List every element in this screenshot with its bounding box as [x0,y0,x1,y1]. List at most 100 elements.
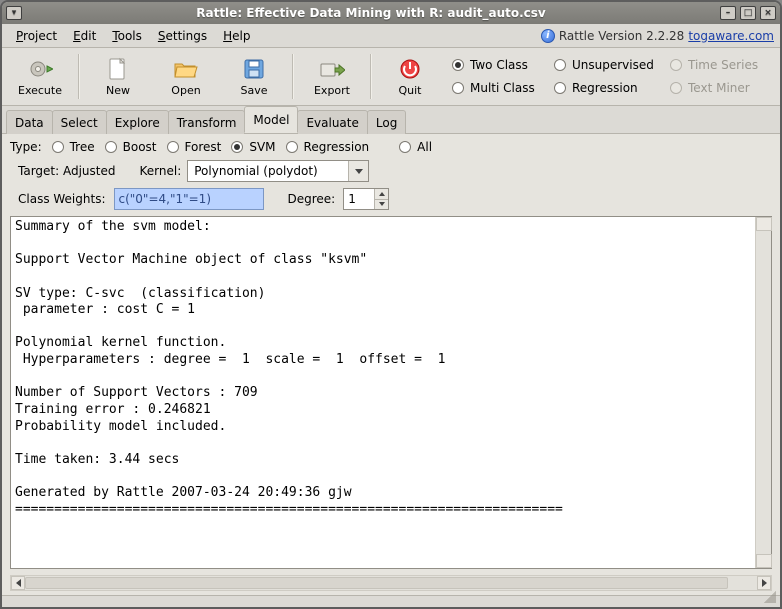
gear-run-icon [26,56,54,82]
menu-edit-label: dit [81,29,97,43]
radio-time-series-label: Time Series [688,58,758,72]
vertical-scrollbar[interactable] [755,217,771,568]
version-text: Rattle Version 2.2.28 [559,29,684,43]
tab-bar: Data Select Explore Transform Model Eval… [2,106,780,134]
type-label: Type: [10,140,42,154]
model-output-text[interactable]: Summary of the svm model: Support Vector… [11,217,755,568]
radio-multi-class[interactable]: Multi Class [452,81,550,95]
save-label: Save [240,84,267,97]
tab-model[interactable]: Model [244,106,298,133]
radio-regression[interactable]: Regression [554,81,666,95]
radio-unsupervised-label: Unsupervised [572,58,654,72]
chevron-down-icon [379,202,385,206]
quit-label: Quit [399,84,422,97]
kernel-dropdown-button[interactable] [348,161,368,181]
separator [292,54,294,99]
degree-input[interactable] [344,189,374,209]
titlebar: ▾ Rattle: Effective Data Mining with R: … [2,2,780,24]
kernel-value: Polynomial (polydot) [188,161,348,181]
minimize-button[interactable]: – [720,6,736,20]
options-row: Class Weights: Degree: [10,188,772,210]
output-area: Summary of the svm model: Support Vector… [10,216,772,569]
class-weights-input[interactable] [114,188,264,210]
target-label: Target: Adjusted [18,164,116,178]
tab-log[interactable]: Log [367,110,406,134]
kernel-combo[interactable]: Polynomial (polydot) [187,160,369,182]
degree-up-button[interactable] [375,189,388,199]
menubar: Project Edit Tools Settings Help i Rattl… [2,24,780,48]
radio-svm-label: SVM [249,140,275,154]
menu-help[interactable]: Help [215,27,258,45]
open-label: Open [171,84,200,97]
menu-help-label: elp [232,29,250,43]
power-icon [396,56,424,82]
type-row: Type: Tree Boost Forest SVM Regression A… [10,140,772,154]
radio-forest[interactable]: Forest [167,140,222,154]
export-label: Export [314,84,350,97]
horizontal-scrollbar[interactable] [10,575,772,591]
export-button[interactable]: Export [298,50,366,103]
radio-all-label: All [417,140,432,154]
version-link[interactable]: togaware.com [688,29,774,43]
param-row: Target: Adjusted Kernel: Polynomial (pol… [10,160,772,182]
radio-two-class-label: Two Class [470,58,528,72]
radio-boost[interactable]: Boost [105,140,157,154]
chevron-up-icon [379,192,385,196]
new-button[interactable]: New [84,50,152,103]
kernel-label: Kernel: [140,164,182,178]
execute-label: Execute [18,84,62,97]
export-icon [318,56,346,82]
radio-two-class[interactable]: Two Class [452,58,550,72]
close-button[interactable]: × [760,6,776,20]
window-menu-button[interactable]: ▾ [6,6,22,20]
hscroll-track[interactable] [25,576,757,590]
app-window: ▾ Rattle: Effective Data Mining with R: … [0,0,782,609]
radio-text-miner-label: Text Miner [688,81,750,95]
radio-regression-type-label: Regression [304,140,370,154]
menu-settings-label: ettings [166,29,208,43]
version-info: i Rattle Version 2.2.28 togaware.com [541,29,774,43]
menu-project[interactable]: Project [8,27,65,45]
quit-button[interactable]: Quit [376,50,444,103]
radio-regression-type[interactable]: Regression [286,140,370,154]
radio-tree[interactable]: Tree [52,140,95,154]
model-panel: Type: Tree Boost Forest SVM Regression A… [2,134,780,595]
mode-radio-group: Two Class Unsupervised Time Series Multi… [444,50,776,103]
menu-project-label: roject [23,29,57,43]
folder-open-icon [172,56,200,82]
floppy-icon [240,56,268,82]
chevron-left-icon [16,579,21,587]
execute-button[interactable]: Execute [6,50,74,103]
tab-transform[interactable]: Transform [168,110,246,134]
hscroll-thumb[interactable] [25,577,728,589]
radio-time-series: Time Series [670,58,770,72]
toolbar: Execute New Open Save Export [2,48,780,106]
radio-unsupervised[interactable]: Unsupervised [554,58,666,72]
degree-down-button[interactable] [375,199,388,210]
scroll-up-button[interactable] [756,217,772,231]
separator [78,54,80,99]
menu-edit[interactable]: Edit [65,27,104,45]
radio-multi-class-label: Multi Class [470,81,535,95]
separator [370,54,372,99]
tab-evaluate[interactable]: Evaluate [297,110,367,134]
class-weights-label: Class Weights: [18,192,106,206]
radio-svm[interactable]: SVM [231,140,275,154]
tab-data[interactable]: Data [6,110,53,134]
scroll-down-button[interactable] [756,554,772,568]
scroll-right-button[interactable] [757,576,771,590]
radio-regression-label: Regression [572,81,638,95]
tab-select[interactable]: Select [52,110,107,134]
menu-settings[interactable]: Settings [150,27,215,45]
degree-spin[interactable] [343,188,389,210]
tab-explore[interactable]: Explore [106,110,169,134]
radio-all[interactable]: All [399,140,432,154]
resize-grip[interactable] [764,591,776,603]
maximize-button[interactable]: □ [740,6,756,20]
save-button[interactable]: Save [220,50,288,103]
open-button[interactable]: Open [152,50,220,103]
menu-tools[interactable]: Tools [104,27,150,45]
scroll-left-button[interactable] [11,576,25,590]
window-title: Rattle: Effective Data Mining with R: au… [22,6,720,20]
radio-forest-label: Forest [185,140,222,154]
